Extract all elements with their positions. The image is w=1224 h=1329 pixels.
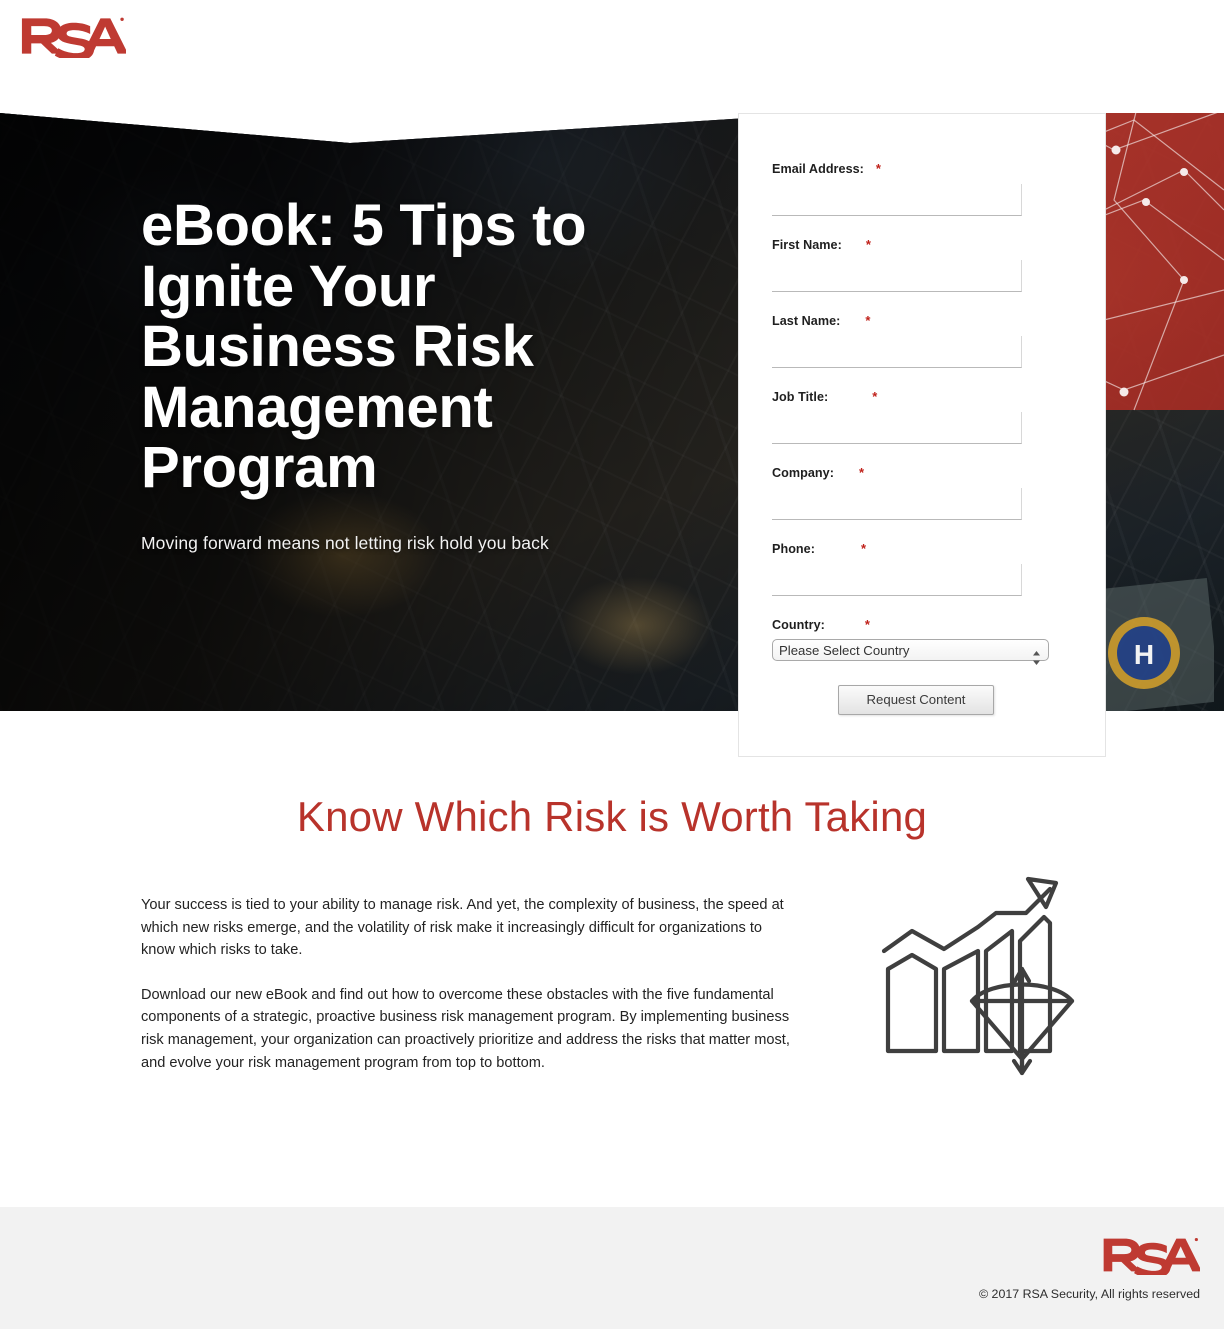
- label-text: First Name:: [772, 238, 842, 252]
- copyright-text: © 2017 RSA Security, All rights reserved: [978, 1287, 1200, 1301]
- required-asterisk: *: [865, 313, 871, 328]
- last-name-input[interactable]: [772, 336, 1022, 368]
- company-input[interactable]: [772, 488, 1022, 520]
- country-select-wrapper: Please Select Country: [772, 639, 1049, 665]
- content-section: Know Which Risk is Worth Taking Your suc…: [0, 711, 1224, 1207]
- email-address-input[interactable]: [772, 184, 1022, 216]
- section-heading: Know Which Risk is Worth Taking: [296, 793, 928, 840]
- section-body-text: Your success is tied to your ability to …: [141, 894, 796, 1096]
- rsa-logo: [18, 14, 126, 58]
- field-company: Company: *: [772, 444, 1072, 520]
- submit-row: Request Content: [772, 685, 1072, 715]
- job-title-input[interactable]: [772, 412, 1022, 444]
- field-phone: Phone: *: [772, 520, 1072, 596]
- field-job-title: Job Title: *: [772, 368, 1072, 444]
- label-text: Last Name:: [772, 314, 841, 328]
- paragraph-2: Download our new eBook and find out how …: [141, 986, 790, 1071]
- label-text: Email Address:: [772, 162, 864, 176]
- lead-capture-form[interactable]: Email Address: * First Name: * Last Name: *…: [738, 113, 1106, 757]
- label-text: Country:: [772, 618, 825, 632]
- bar-chart-bow-and-arrow-icon: [878, 873, 1083, 1078]
- hero-title: eBook: 5 Tips to Ignite Your Business Ri…: [141, 193, 587, 501]
- label-text: Job Title:: [772, 390, 829, 404]
- label-text: Phone:: [772, 542, 815, 556]
- first-name-input[interactable]: [772, 260, 1022, 292]
- phone-input[interactable]: [772, 564, 1022, 596]
- label-country: Country: *: [772, 596, 1072, 632]
- hero-text-block: eBook: 5 Tips to Ignite Your Business Ri…: [141, 193, 701, 554]
- required-asterisk: *: [858, 465, 865, 480]
- required-asterisk: *: [872, 389, 878, 404]
- label-first-name: First Name: *: [772, 216, 1072, 252]
- paragraph-1: Your success is tied to your ability to …: [141, 897, 784, 959]
- svg-text:H: H: [1134, 639, 1154, 670]
- label-email-address: Email Address: *: [772, 140, 1072, 176]
- landing-page: H eBook: 5 Tips to Ignite Your Business …: [0, 0, 1224, 1329]
- hero-subtitle: Moving forward means not letting risk ho…: [141, 533, 549, 554]
- label-last-name: Last Name: *: [772, 292, 1072, 328]
- field-country: Country: * Please Select Country: [772, 596, 1072, 665]
- required-asterisk: *: [865, 237, 871, 252]
- label-job-title: Job Title: *: [772, 368, 1072, 404]
- required-asterisk: *: [860, 541, 867, 556]
- label-phone: Phone: *: [772, 520, 1072, 556]
- country-select[interactable]: Please Select Country: [772, 639, 1049, 661]
- footer-rsa-logo: [1100, 1235, 1202, 1279]
- field-last-name: Last Name: *: [772, 292, 1072, 368]
- field-email-address: Email Address: *: [772, 140, 1072, 216]
- label-text: Company:: [772, 466, 834, 480]
- label-company: Company: *: [772, 444, 1072, 480]
- required-asterisk: *: [864, 617, 870, 632]
- request-content-button[interactable]: Request Content: [837, 685, 995, 715]
- page-footer: © 2017 RSA Security, All rights reserved: [0, 1207, 1224, 1329]
- field-first-name: First Name: *: [772, 216, 1072, 292]
- header-bar: [0, 0, 1224, 113]
- required-asterisk: *: [875, 161, 882, 176]
